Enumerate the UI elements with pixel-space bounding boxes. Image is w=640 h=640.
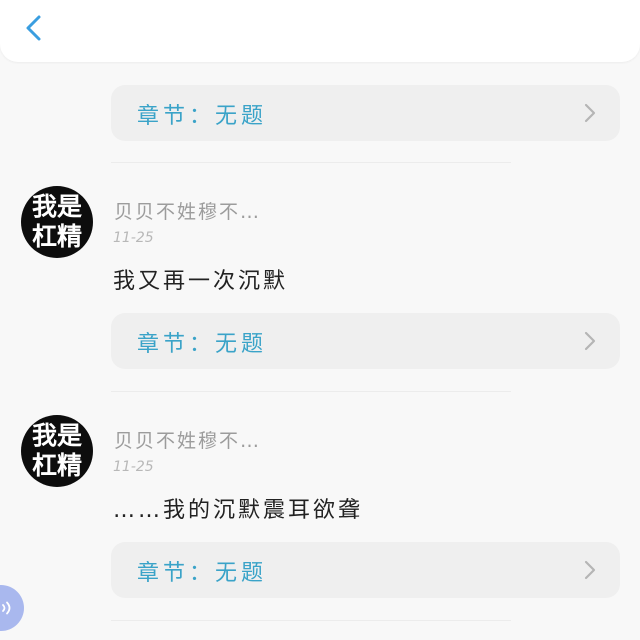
comment-date: 11-25 <box>113 459 154 475</box>
comment-user-name[interactable]: 贝贝不姓穆不… <box>114 197 261 224</box>
floating-audio-button[interactable] <box>0 585 24 631</box>
section-divider <box>111 391 511 392</box>
back-button[interactable] <box>14 8 54 48</box>
chapter-label: 章节：无题 <box>137 104 268 129</box>
comment-text: 我又再一次沉默 <box>113 269 289 294</box>
top-navigation-bar <box>0 0 640 62</box>
comment-user-name[interactable]: 贝贝不姓穆不… <box>114 426 261 453</box>
section-divider <box>111 620 511 621</box>
chevron-left-icon <box>14 8 54 48</box>
sound-icon <box>0 599 18 617</box>
chapter-link-card[interactable]: 章节：无题 <box>111 313 620 369</box>
chapter-label: 章节：无题 <box>137 561 268 586</box>
section-divider <box>111 162 511 163</box>
chevron-right-icon <box>582 559 598 581</box>
comment-text: ……我的沉默震耳欲聋 <box>113 498 364 523</box>
user-avatar[interactable]: 我是 杠精 <box>21 415 93 487</box>
comment-date: 11-25 <box>113 230 154 246</box>
chevron-right-icon <box>582 330 598 352</box>
user-avatar[interactable]: 我是 杠精 <box>21 186 93 258</box>
chapter-link-card[interactable]: 章节：无题 <box>111 542 620 598</box>
chevron-right-icon <box>582 102 598 124</box>
chapter-label: 章节：无题 <box>137 332 268 357</box>
chapter-link-card[interactable]: 章节：无题 <box>111 85 620 141</box>
comments-page: 章节：无题 我是 杠精 贝贝不姓穆不… 11-25 我又再一次沉默 章节：无题 … <box>0 0 640 640</box>
